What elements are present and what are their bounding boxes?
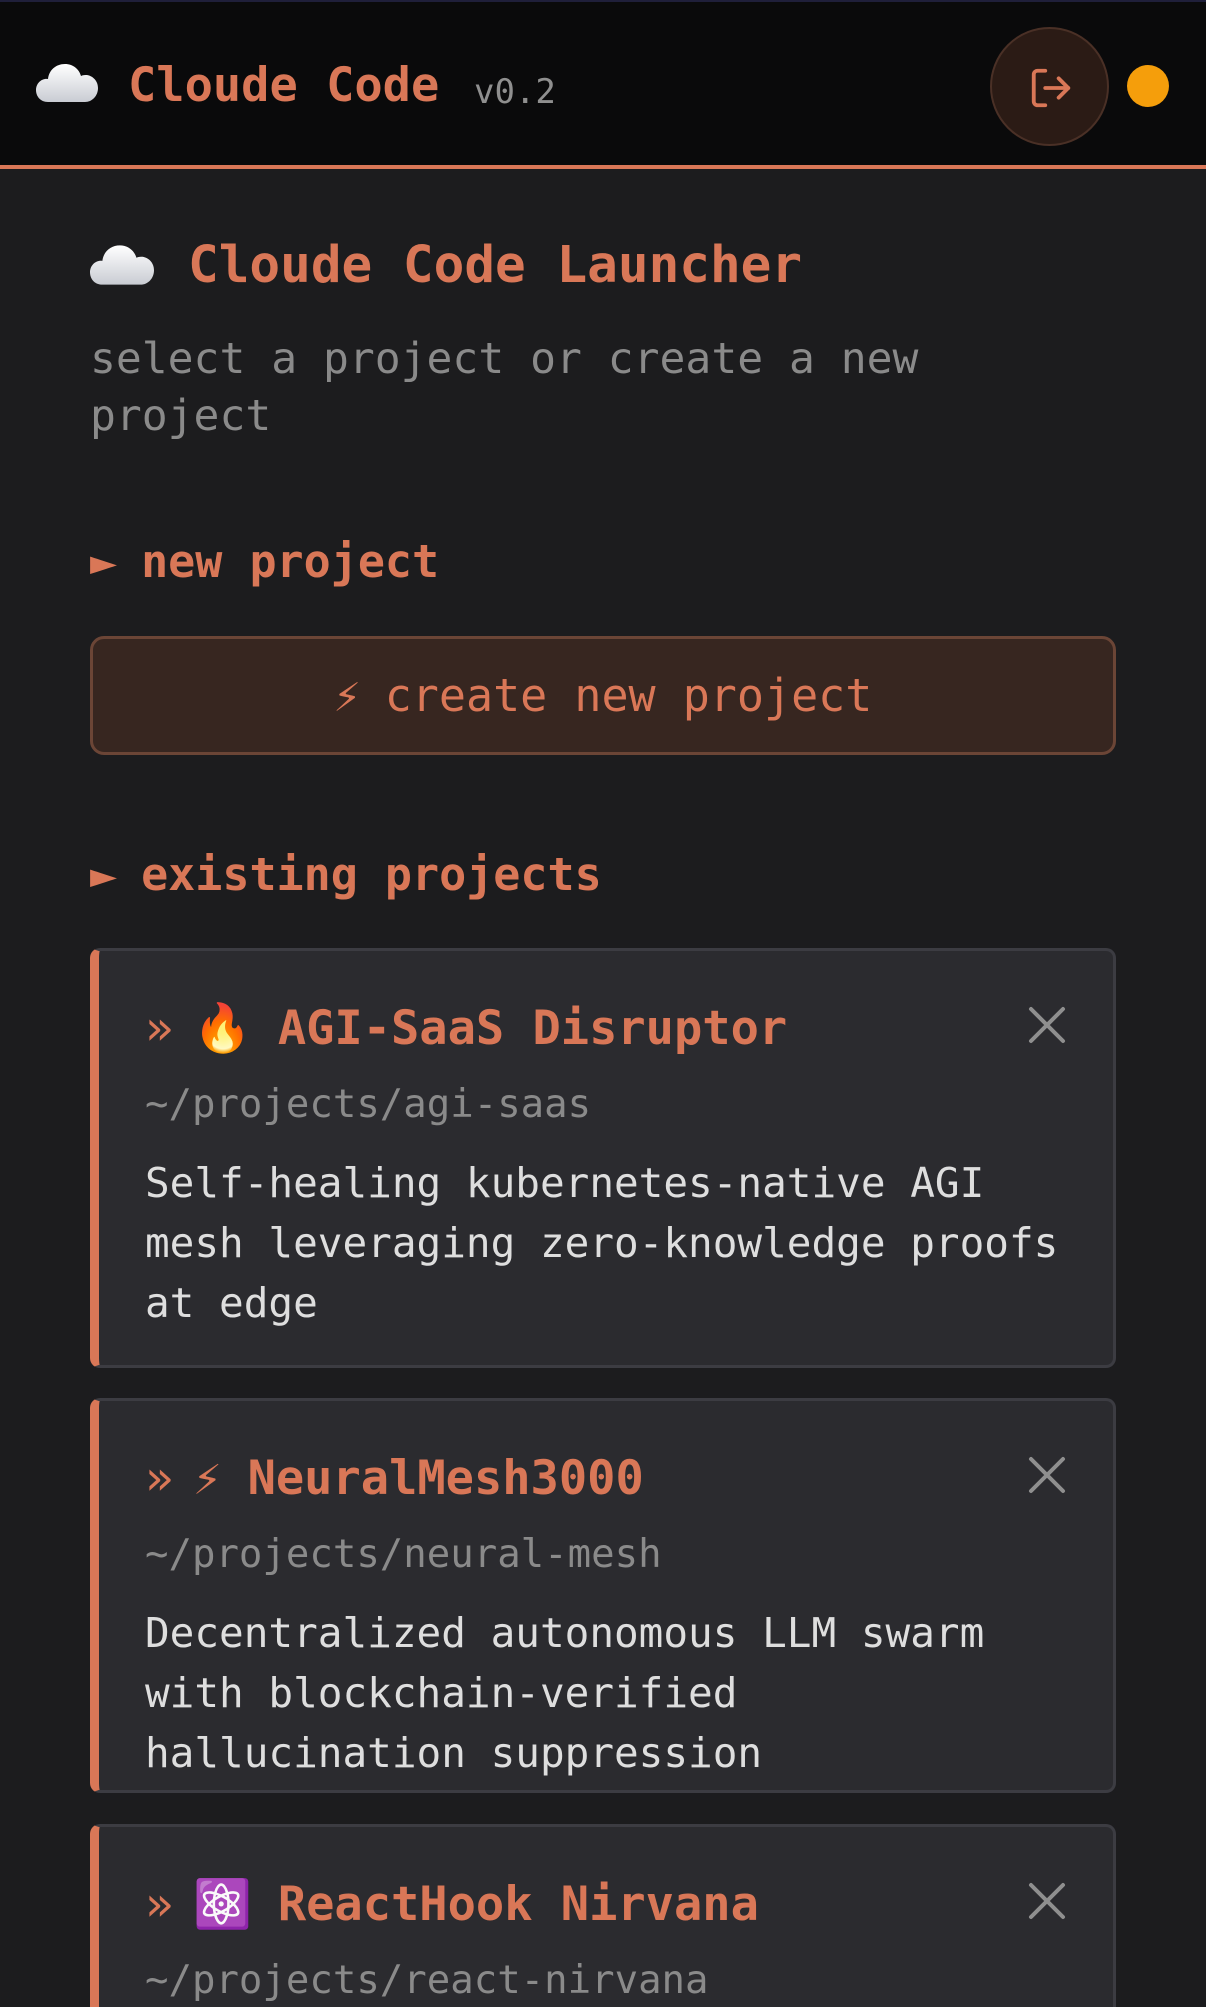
close-icon[interactable] bbox=[1027, 1881, 1067, 1921]
project-card[interactable]: » ⚛️ ReactHook Nirvana ~/projects/react-ni… bbox=[90, 1824, 1116, 2007]
chevron-icon: » bbox=[145, 1001, 174, 1056]
chevron-icon: » bbox=[145, 1451, 174, 1506]
cloud-icon bbox=[36, 64, 98, 102]
close-icon[interactable] bbox=[1027, 1455, 1067, 1495]
lightning-icon: ⚡ bbox=[193, 1451, 222, 1506]
project-path: ~/projects/neural-mesh bbox=[145, 1532, 662, 1577]
project-name: NeuralMesh3000 bbox=[247, 1451, 644, 1506]
project-path: ~/projects/react-nirvana bbox=[145, 1958, 709, 2003]
app-version: v0.2 bbox=[474, 72, 556, 112]
project-description: Decentralized autonomous LLM swarm with … bbox=[145, 1609, 985, 1777]
logout-icon bbox=[1031, 68, 1071, 108]
project-name: ReactHook Nirvana bbox=[277, 1877, 759, 1932]
create-new-project-button[interactable]: ⚡ create new project bbox=[90, 636, 1116, 755]
connection-status-indicator bbox=[1127, 65, 1169, 107]
project-title: » 🔥 AGI-SaaS Disruptor bbox=[145, 1001, 787, 1057]
section-title: new project bbox=[141, 535, 440, 588]
project-description: Self-healing kubernetes-native AGI mesh … bbox=[145, 1159, 1059, 1327]
play-arrow-icon: ► bbox=[90, 535, 118, 588]
project-title: » ⚛️ ReactHook Nirvana bbox=[145, 1877, 759, 1933]
chevron-icon: » bbox=[145, 1877, 174, 1932]
app-name: Cloude Code bbox=[128, 58, 440, 113]
page-subtitle: select a project or create a new project bbox=[90, 334, 919, 441]
cloud-icon bbox=[90, 245, 154, 285]
section-title: existing projects bbox=[141, 848, 602, 901]
top-bar: Cloude Code v0.2 bbox=[0, 0, 1206, 169]
lightning-icon: ⚡ bbox=[333, 669, 361, 722]
project-name: AGI-SaaS Disruptor bbox=[277, 1001, 788, 1056]
project-path: ~/projects/agi-saas bbox=[145, 1082, 592, 1127]
fire-icon: 🔥 bbox=[193, 1001, 252, 1056]
page-title: Cloude Code Launcher bbox=[188, 236, 803, 295]
project-card[interactable]: » 🔥 AGI-SaaS Disruptor ~/projects/agi-saas… bbox=[90, 948, 1116, 1368]
logout-button[interactable] bbox=[990, 27, 1109, 146]
create-button-label: create new project bbox=[384, 669, 873, 722]
close-icon[interactable] bbox=[1027, 1005, 1067, 1045]
project-card[interactable]: » ⚡ NeuralMesh3000 ~/projects/neural-mesh … bbox=[90, 1398, 1116, 1793]
play-arrow-icon: ► bbox=[90, 848, 118, 901]
project-title: » ⚡ NeuralMesh3000 bbox=[145, 1451, 644, 1507]
existing-projects-section-header: ► existing projects bbox=[90, 848, 602, 902]
atom-icon: ⚛️ bbox=[193, 1877, 252, 1932]
new-project-section-header: ► new project bbox=[90, 535, 439, 589]
